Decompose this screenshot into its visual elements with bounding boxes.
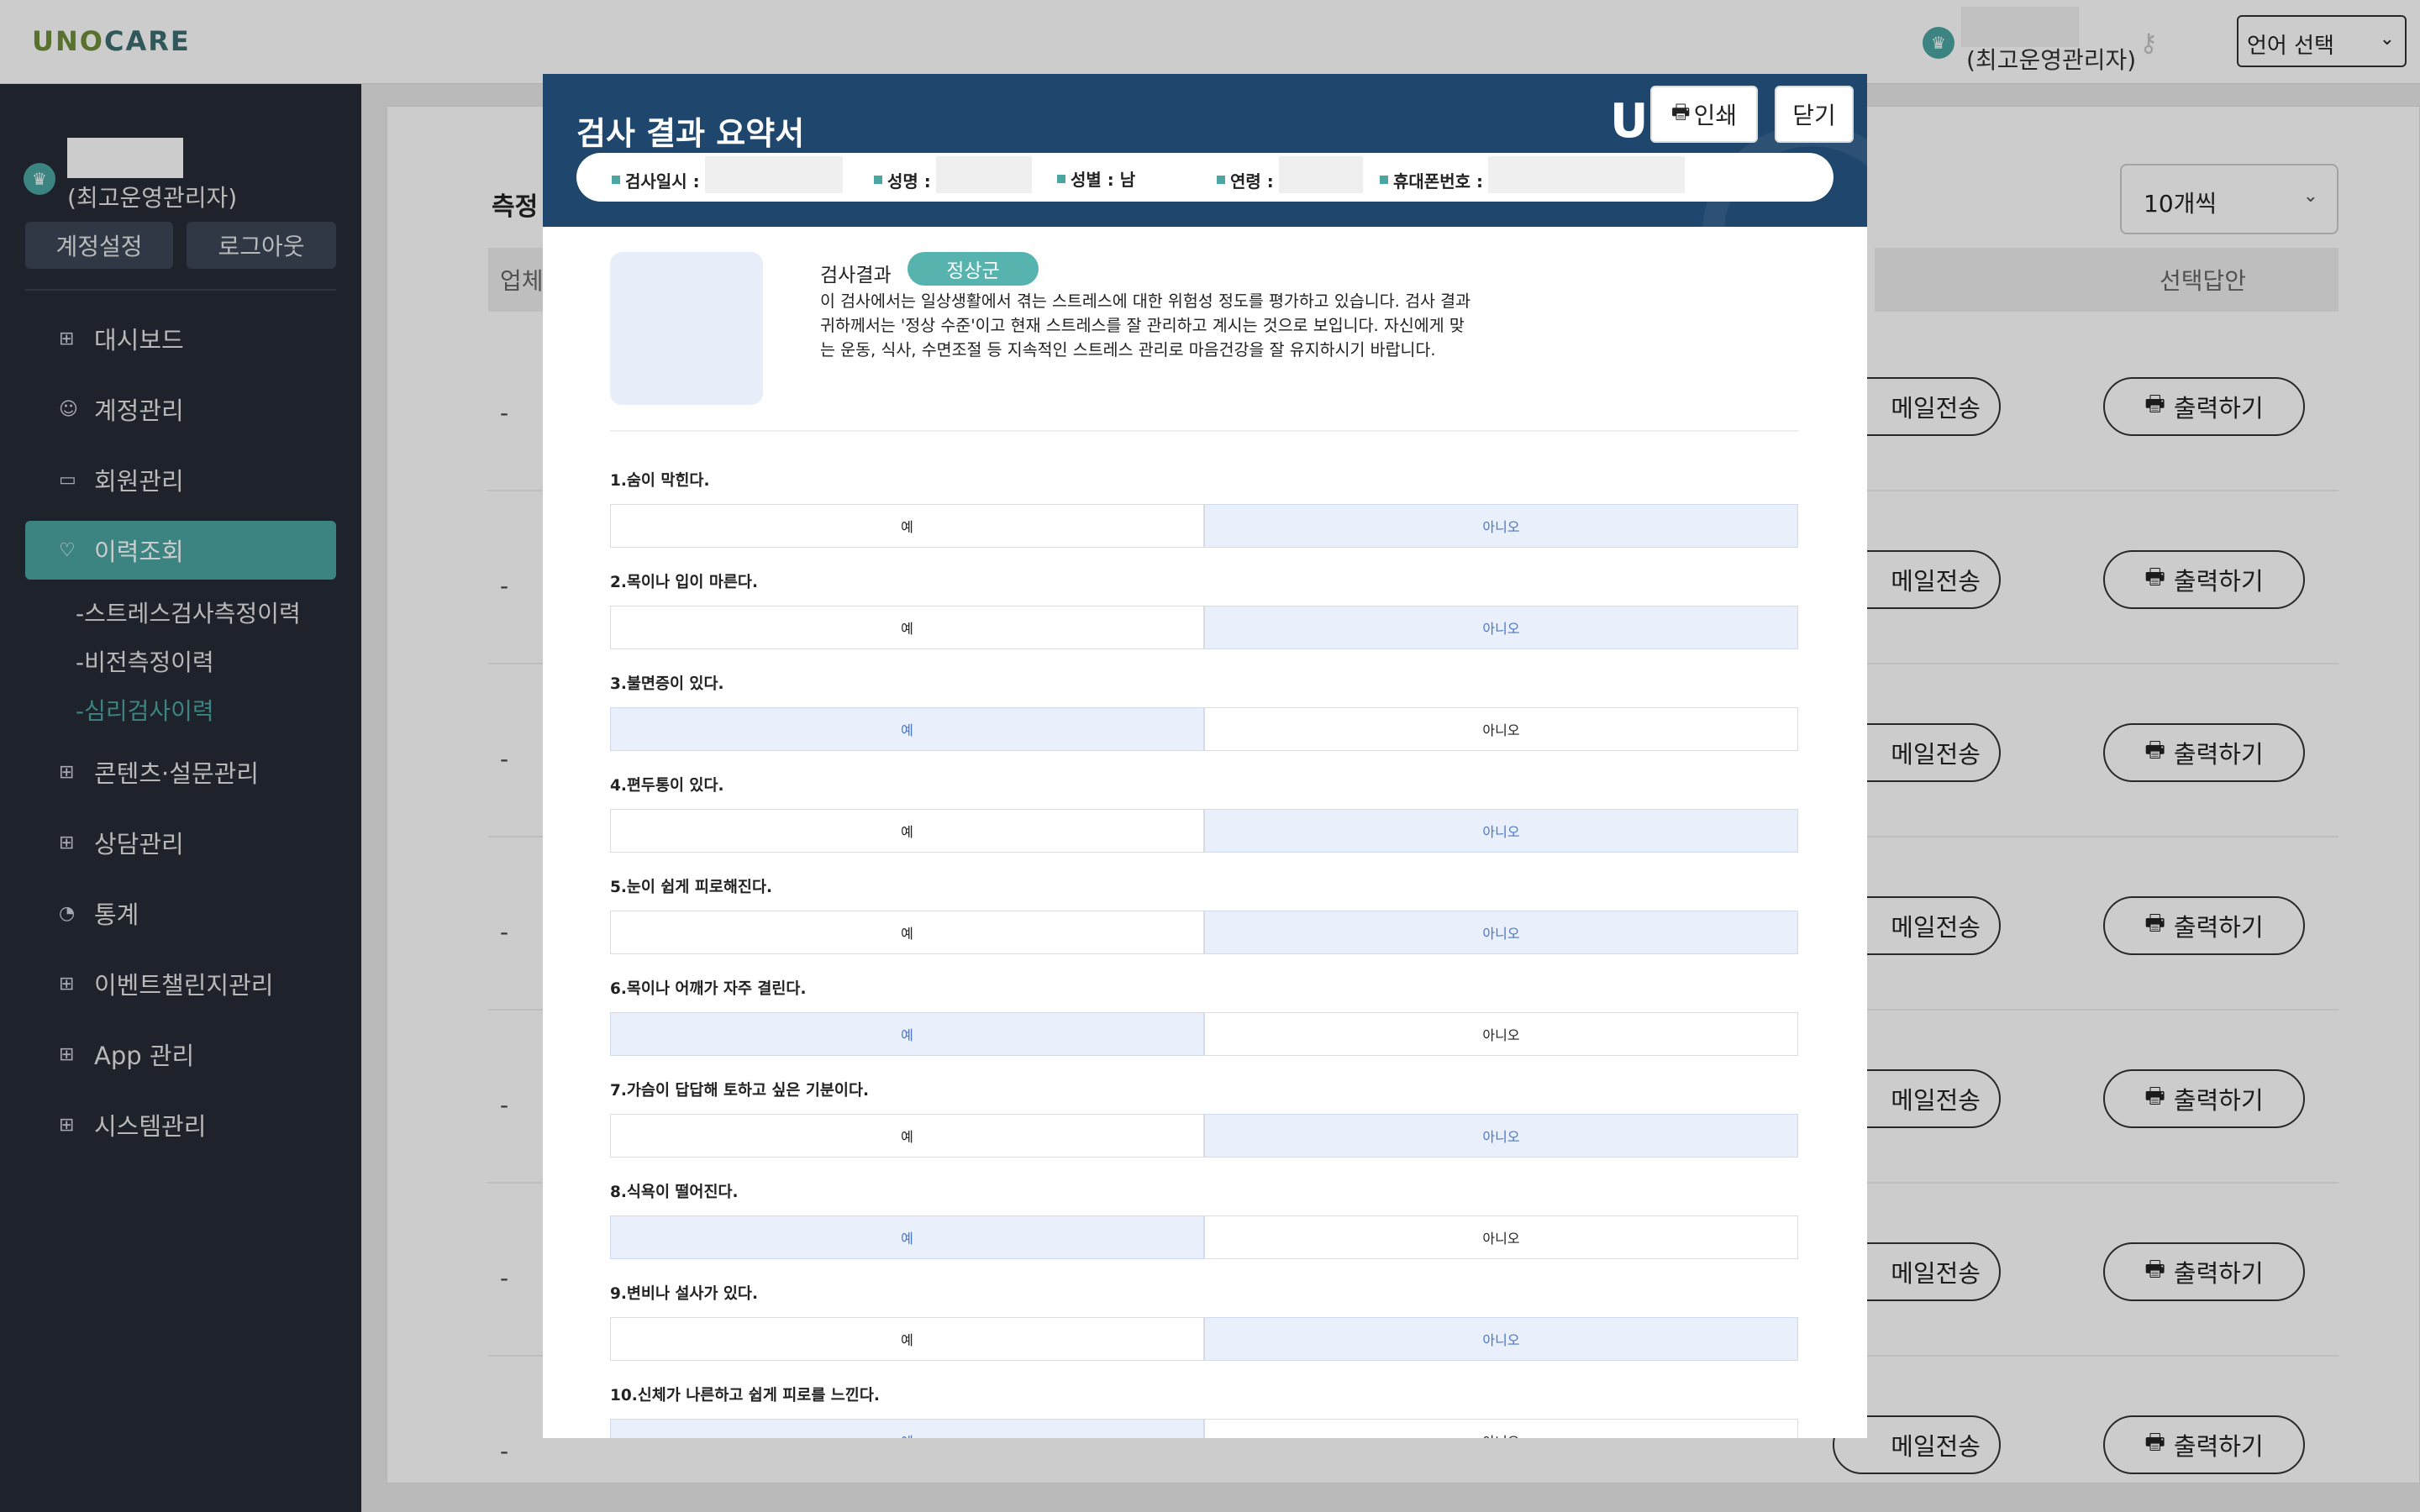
- info-age: 연령 :: [1217, 156, 1363, 193]
- question-options: 예아니오: [610, 809, 1798, 853]
- option-yes[interactable]: 예: [610, 1317, 1204, 1361]
- modal-header: 검사 결과 요약서 UNO 🖶인쇄 닫기 검사일시 : 성명 : 성별 : 남 …: [543, 74, 1867, 343]
- examinee-info-bar: 검사일시 : 성명 : 성별 : 남 연령 : 휴대폰번호 :: [576, 153, 1833, 202]
- redacted-value: [1278, 156, 1363, 193]
- question-options: 예아니오: [610, 1215, 1798, 1259]
- question-item: 2.목이나 입이 마른다. 예 아니오: [610, 570, 1798, 649]
- question-item: 8.식욕이 떨어진다. 예 아니오: [610, 1180, 1798, 1259]
- question-options: 예아니오: [610, 606, 1798, 649]
- question-text: 2.목이나 입이 마른다.: [610, 574, 758, 591]
- question-text: 3.불면증이 있다.: [610, 675, 724, 693]
- option-yes[interactable]: 예: [610, 1419, 1204, 1438]
- info-label: 연령 :: [1230, 171, 1274, 192]
- result-summary-modal: 검사 결과 요약서 UNO 🖶인쇄 닫기 검사일시 : 성명 : 성별 : 남 …: [543, 74, 1867, 1438]
- question-options: 예아니오: [610, 707, 1798, 751]
- info-gender: 성별 : 남: [1057, 166, 1135, 191]
- option-no[interactable]: 아니오: [1204, 1012, 1798, 1056]
- question-text: 9.변비나 설사가 있다.: [610, 1285, 758, 1303]
- question-text: 6.목이나 어깨가 자주 결린다.: [610, 980, 807, 998]
- option-no[interactable]: 아니오: [1204, 809, 1798, 853]
- question-text: 8.식욕이 떨어진다.: [610, 1184, 739, 1201]
- result-description: 이 검사에서는 일상생활에서 겪는 스트레스에 대한 위험성 정도를 평가하고 …: [820, 291, 1471, 360]
- option-yes[interactable]: 예: [610, 1012, 1204, 1056]
- option-yes[interactable]: 예: [610, 707, 1204, 751]
- option-no[interactable]: 아니오: [1204, 1317, 1798, 1361]
- info-name: 성명 :: [874, 156, 1032, 193]
- question-item: 7.가슴이 답답해 토하고 싶은 기분이다. 예 아니오: [610, 1079, 1798, 1158]
- result-image: [610, 252, 763, 405]
- result-label: 검사결과: [820, 265, 892, 286]
- question-text: 10.신체가 나른하고 쉽게 피로를 느낀다.: [610, 1387, 880, 1404]
- option-yes[interactable]: 예: [610, 1215, 1204, 1259]
- option-yes[interactable]: 예: [610, 1114, 1204, 1158]
- question-item: 3.불면증이 있다. 예 아니오: [610, 672, 1798, 751]
- bullet-square: [612, 176, 620, 184]
- question-options: 예아니오: [610, 911, 1798, 954]
- option-no[interactable]: 아니오: [1204, 911, 1798, 954]
- question-item: 9.변비나 설사가 있다. 예 아니오: [610, 1282, 1798, 1361]
- question-text: 1.숨이 막힌다.: [610, 472, 710, 490]
- info-label: 휴대폰번호 :: [1393, 171, 1483, 192]
- print-button-label: 인쇄: [1693, 102, 1738, 129]
- info-label: 성별 : 남: [1071, 170, 1136, 190]
- question-item: 1.숨이 막힌다. 예 아니오: [610, 469, 1798, 548]
- question-item: 6.목이나 어깨가 자주 결린다. 예 아니오: [610, 977, 1798, 1056]
- bullet-square: [1057, 174, 1065, 183]
- result-badge: 정상군: [908, 252, 1039, 286]
- question-item: 5.눈이 쉽게 피로해진다. 예 아니오: [610, 875, 1798, 954]
- question-options: 예아니오: [610, 1114, 1798, 1158]
- option-yes[interactable]: 예: [610, 504, 1204, 548]
- question-item: 10.신체가 나른하고 쉽게 피로를 느낀다. 예아니오: [610, 1383, 1798, 1438]
- question-options: 예아니오: [610, 504, 1798, 548]
- question-options: 예아니오: [610, 1317, 1798, 1361]
- option-no[interactable]: 아니오: [1204, 1114, 1798, 1158]
- question-options: 예아니오: [610, 1419, 1798, 1438]
- close-button[interactable]: 닫기: [1775, 86, 1854, 143]
- option-no[interactable]: 아니오: [1204, 707, 1798, 751]
- modal-title: 검사 결과 요약서: [576, 115, 805, 152]
- question-text: 5.눈이 쉽게 피로해진다.: [610, 879, 772, 896]
- info-exam-date: 검사일시 :: [612, 156, 843, 193]
- info-phone: 휴대폰번호 :: [1380, 156, 1685, 193]
- question-text: 4.편두통이 있다.: [610, 777, 724, 795]
- option-no[interactable]: 아니오: [1204, 504, 1798, 548]
- redacted-value: [1487, 156, 1685, 193]
- redacted-value: [704, 156, 843, 193]
- option-no[interactable]: 아니오: [1204, 1419, 1798, 1438]
- info-label: 검사일시 :: [625, 171, 700, 192]
- option-no[interactable]: 아니오: [1204, 1215, 1798, 1259]
- bullet-square: [1380, 176, 1388, 184]
- option-yes[interactable]: 예: [610, 809, 1204, 853]
- redacted-value: [935, 156, 1032, 193]
- question-options: 예아니오: [610, 1012, 1798, 1056]
- print-button[interactable]: 🖶 인쇄: [1650, 86, 1758, 143]
- bullet-square: [874, 176, 882, 184]
- option-yes[interactable]: 예: [610, 606, 1204, 649]
- option-yes[interactable]: 예: [610, 911, 1204, 954]
- printer-icon: 🖶: [1670, 99, 1691, 123]
- bullet-square: [1217, 176, 1225, 184]
- question-item: 4.편두통이 있다. 예 아니오: [610, 774, 1798, 853]
- option-no[interactable]: 아니오: [1204, 606, 1798, 649]
- question-text: 7.가슴이 답답해 토하고 싶은 기분이다.: [610, 1082, 869, 1100]
- info-label: 성명 :: [887, 171, 931, 192]
- modal-divider: [610, 430, 1798, 432]
